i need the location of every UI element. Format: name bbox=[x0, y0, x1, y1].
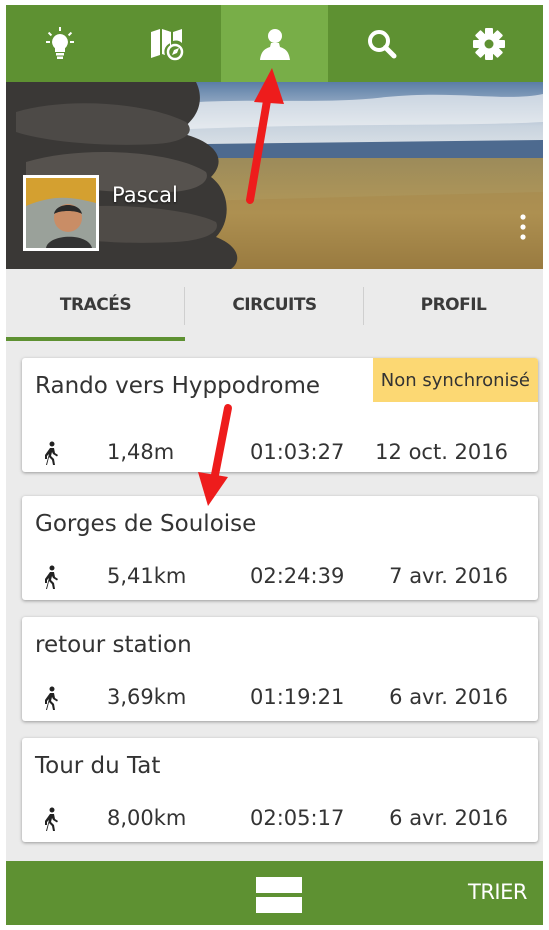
sort-button[interactable]: TRIER bbox=[468, 880, 527, 904]
tab-traces[interactable]: TRACÉS bbox=[6, 269, 185, 341]
nav-search-button[interactable] bbox=[328, 5, 435, 82]
nav-profile-button[interactable] bbox=[220, 5, 329, 82]
walking-icon bbox=[45, 686, 58, 710]
walking-icon bbox=[45, 565, 58, 589]
track-card[interactable]: Gorges de Souloise 5,41km 02:24:39 7 avr… bbox=[22, 496, 538, 600]
search-icon bbox=[367, 29, 397, 58]
track-distance: 8,00km bbox=[107, 806, 187, 830]
track-title: Rando vers Hyppodrome bbox=[35, 373, 320, 399]
track-duration: 01:19:21 bbox=[250, 685, 345, 709]
track-date: 7 avr. 2016 bbox=[389, 564, 508, 588]
gear-icon bbox=[473, 27, 506, 60]
avatar[interactable] bbox=[23, 175, 99, 251]
track-distance: 5,41km bbox=[107, 564, 187, 588]
track-stats: 8,00km 02:05:17 6 avr. 2016 bbox=[22, 804, 538, 834]
track-stats: 1,48m 01:03:27 12 oct. 2016 bbox=[22, 438, 538, 468]
track-date: 6 avr. 2016 bbox=[389, 806, 508, 830]
track-list: Rando vers Hyppodrome Non synchronisé 1,… bbox=[6, 341, 543, 861]
track-date: 6 avr. 2016 bbox=[389, 685, 508, 709]
more-vertical-icon[interactable] bbox=[516, 212, 530, 242]
profile-name: Pascal bbox=[112, 183, 178, 207]
walking-icon bbox=[45, 441, 58, 465]
track-card[interactable]: retour station 3,69km 01:19:21 6 avr. 20… bbox=[22, 617, 538, 721]
track-title: retour station bbox=[35, 632, 192, 658]
track-distance: 1,48m bbox=[107, 440, 175, 464]
tab-label: TRACÉS bbox=[59, 295, 132, 315]
tab-profil[interactable]: PROFIL bbox=[364, 269, 543, 341]
track-card[interactable]: Tour du Tat 8,00km 02:05:17 6 avr. 2016 bbox=[22, 738, 538, 842]
profile-cover: Pascal bbox=[6, 82, 543, 269]
track-duration: 02:24:39 bbox=[250, 564, 345, 588]
nav-settings-button[interactable] bbox=[436, 5, 543, 82]
track-duration: 02:05:17 bbox=[250, 806, 345, 830]
avatar-photo bbox=[26, 178, 96, 248]
walking-icon bbox=[45, 807, 58, 831]
tab-circuits[interactable]: CIRCUITS bbox=[185, 269, 364, 341]
user-icon bbox=[259, 28, 290, 60]
track-stats: 5,41km 02:24:39 7 avr. 2016 bbox=[22, 562, 538, 592]
track-stats: 3,69km 01:19:21 6 avr. 2016 bbox=[22, 683, 538, 713]
tab-label: CIRCUITS bbox=[232, 295, 317, 315]
top-nav bbox=[6, 5, 543, 82]
bottom-bar: TRIER bbox=[6, 861, 543, 925]
sync-status-badge: Non synchronisé bbox=[372, 358, 538, 402]
app-frame: Pascal TRACÉS CIRCUITS PROFIL Rando vers… bbox=[6, 5, 543, 925]
track-duration: 01:03:27 bbox=[250, 440, 345, 464]
track-title: Gorges de Souloise bbox=[35, 511, 257, 537]
lightbulb-icon bbox=[45, 26, 74, 59]
track-card[interactable]: Rando vers Hyppodrome Non synchronisé 1,… bbox=[22, 358, 538, 472]
track-title: Tour du Tat bbox=[35, 753, 161, 779]
map-icon bbox=[151, 28, 184, 60]
track-date: 12 oct. 2016 bbox=[375, 440, 508, 464]
tab-label: PROFIL bbox=[420, 295, 487, 315]
tab-bar: TRACÉS CIRCUITS PROFIL bbox=[6, 269, 543, 341]
nav-map-button[interactable] bbox=[113, 5, 220, 82]
nav-tips-button[interactable] bbox=[6, 5, 113, 82]
track-distance: 3,69km bbox=[107, 685, 187, 709]
view-toggle-icon[interactable] bbox=[256, 877, 302, 913]
